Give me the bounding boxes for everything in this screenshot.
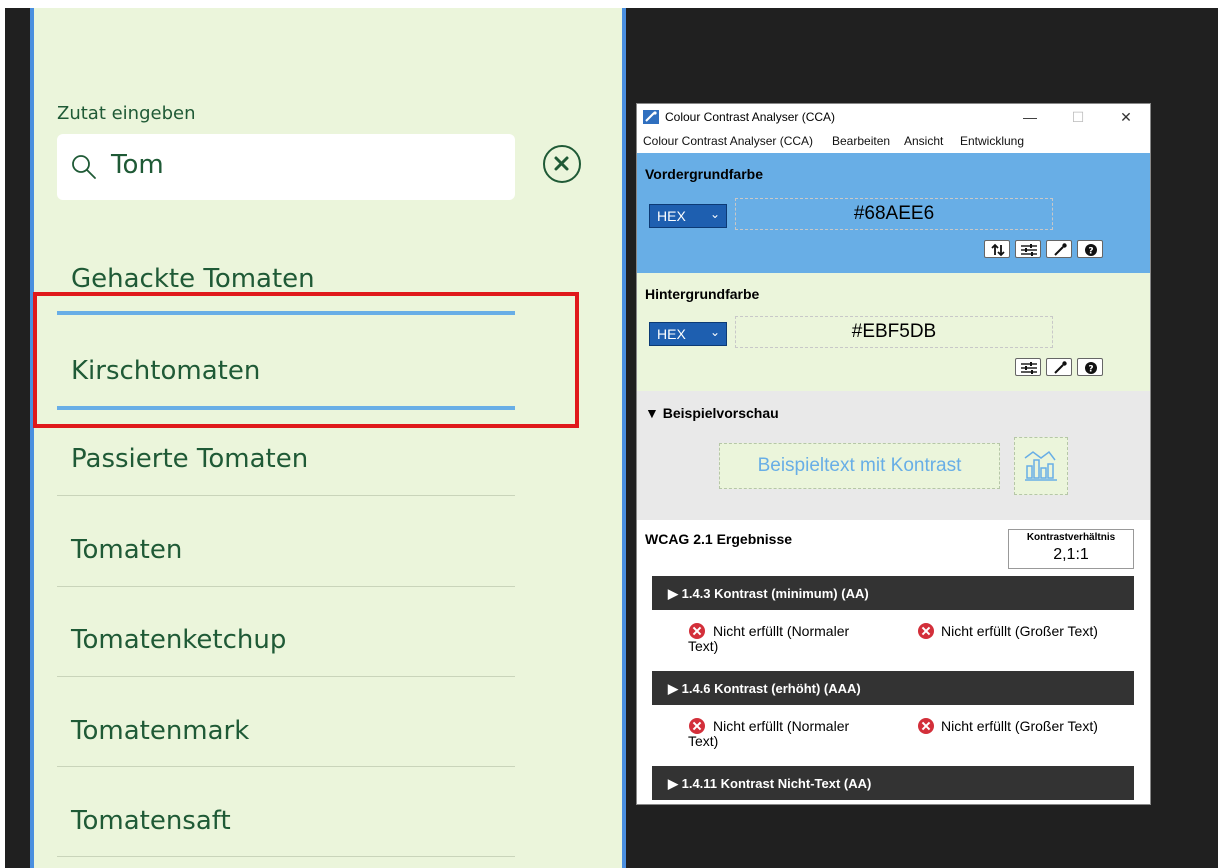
contrast-analyser-window: Colour Contrast Analyser (CCA) — ☐ ✕ Col…	[636, 103, 1151, 805]
contrast-ratio-label: Kontrastverhältnis	[1026, 532, 1116, 543]
format-label: HEX	[657, 208, 686, 224]
criterion-1-4-11-toggle[interactable]: ▶ 1.4.11 Kontrast Nicht-Text (AA)	[652, 766, 1134, 800]
preview-graphic	[1014, 437, 1068, 495]
help-icon: ?	[1085, 244, 1097, 257]
suggestion-item[interactable]: Tomaten	[57, 503, 515, 593]
wcag-results-title: WCAG 2.1 Ergebnisse	[645, 531, 793, 547]
background-format-select[interactable]: HEX ⌄	[649, 322, 727, 346]
chevron-down-icon: ⌄	[710, 325, 721, 339]
suggestion-label: Tomatenketchup	[71, 625, 287, 655]
minimize-button[interactable]: —	[1013, 106, 1047, 128]
preview-section: ▼ Beispielvorschau Beispieltext mit Kont…	[637, 391, 1150, 520]
divider	[57, 676, 515, 677]
format-label: HEX	[657, 326, 686, 342]
window-title: Colour Contrast Analyser (CCA)	[665, 110, 836, 124]
divider	[57, 495, 515, 496]
background-adjust-button[interactable]	[1015, 358, 1041, 376]
foreground-title: Vordergrundfarbe	[645, 166, 763, 182]
result-normal-text: Nicht erfüllt (Normaler Text)	[688, 718, 850, 749]
svg-text:?: ?	[1088, 365, 1093, 375]
foreground-eyedropper-button[interactable]	[1046, 240, 1072, 258]
criterion-1-4-6-toggle[interactable]: ▶ 1.4.6 Kontrast (erhöht) (AAA)	[652, 671, 1134, 705]
eyedropper-icon	[1054, 243, 1067, 256]
close-button[interactable]: ✕	[1109, 106, 1143, 128]
annotation-highlight-box	[33, 292, 579, 428]
divider	[57, 856, 515, 857]
clear-search-button[interactable]	[543, 145, 581, 183]
suggestion-item[interactable]: Tomatenmark	[57, 684, 515, 774]
contrast-ratio-value: 2,1:1	[1053, 546, 1089, 563]
preview-sample-text: Beispieltext mit Kontrast	[719, 443, 1000, 489]
menu-view[interactable]: Ansicht	[904, 134, 943, 148]
contrast-ratio-box: Kontrastverhältnis 2,1:1	[1008, 529, 1134, 569]
search-value: Tom	[111, 150, 164, 180]
suggestion-label: Tomatensaft	[71, 806, 231, 836]
svg-text:?: ?	[1088, 247, 1093, 257]
background-eyedropper-button[interactable]	[1046, 358, 1072, 376]
menu-bar: Colour Contrast Analyser (CCA) Bearbeite…	[637, 131, 1150, 151]
foreground-adjust-button[interactable]	[1015, 240, 1041, 258]
background-title: Hintergrundfarbe	[645, 286, 760, 302]
fail-icon	[918, 718, 934, 734]
ingredient-search-input[interactable]: Tom	[57, 134, 515, 200]
help-icon: ?	[1085, 362, 1097, 375]
swap-colors-button[interactable]	[984, 240, 1010, 258]
suggestion-label: Tomaten	[71, 535, 183, 565]
chevron-down-icon: ⌄	[710, 207, 721, 221]
maximize-button[interactable]: ☐	[1061, 106, 1095, 128]
divider	[57, 766, 515, 767]
suggestion-item[interactable]: Tomatenketchup	[57, 593, 515, 683]
criterion-1-4-3-toggle[interactable]: ▶ 1.4.3 Kontrast (minimum) (AA)	[652, 576, 1134, 610]
foreground-hex-input[interactable]: #68AEE6	[735, 198, 1053, 230]
criterion-label: ▶ 1.4.6 Kontrast (erhöht) (AAA)	[668, 681, 861, 696]
menu-app[interactable]: Colour Contrast Analyser (CCA)	[643, 134, 813, 148]
suggestion-label: Passierte Tomaten	[71, 444, 309, 474]
app-icon	[643, 110, 659, 124]
foreground-format-select[interactable]: HEX ⌄	[649, 204, 727, 228]
fail-icon	[918, 623, 934, 639]
background-help-button[interactable]: ?	[1077, 358, 1103, 376]
suggestion-label: Tomatenmark	[71, 716, 250, 746]
criterion-label: ▶ 1.4.3 Kontrast (minimum) (AA)	[668, 586, 869, 601]
sliders-icon	[1021, 362, 1037, 374]
criterion-label: ▶ 1.4.11 Kontrast Nicht-Text (AA)	[668, 776, 872, 791]
foreground-help-button[interactable]: ?	[1077, 240, 1103, 258]
preview-toggle[interactable]: ▼ Beispielvorschau	[645, 405, 779, 421]
title-bar: Colour Contrast Analyser (CCA) — ☐ ✕	[637, 104, 1150, 130]
swap-icon	[991, 243, 1005, 257]
suggestion-item[interactable]: Tomatensaft	[57, 774, 515, 864]
result-large-text: Nicht erfüllt (Großer Text)	[941, 718, 1098, 734]
close-icon	[554, 156, 569, 171]
menu-edit[interactable]: Bearbeiten	[832, 134, 890, 148]
menu-develop[interactable]: Entwicklung	[960, 134, 1024, 148]
foreground-section: Vordergrundfarbe HEX ⌄ #68AEE6 ?	[637, 153, 1150, 273]
suggestion-label: Gehackte Tomaten	[71, 264, 315, 294]
result-large-text: Nicht erfüllt (Großer Text)	[941, 623, 1098, 639]
ingredient-search-panel: Zutat eingeben Tom Gehackte Tomaten Kirs…	[30, 8, 626, 868]
eyedropper-icon	[1054, 361, 1067, 374]
result-normal-text: Nicht erfüllt (Normaler Text)	[688, 623, 850, 654]
sliders-icon	[1021, 244, 1037, 256]
background-hex-input[interactable]: #EBF5DB	[735, 316, 1053, 348]
background-section: Hintergrundfarbe HEX ⌄ #EBF5DB ?	[637, 273, 1150, 391]
chart-icon	[1024, 450, 1057, 481]
ingredient-label: Zutat eingeben	[57, 103, 196, 124]
divider	[57, 586, 515, 587]
search-icon	[72, 155, 96, 179]
